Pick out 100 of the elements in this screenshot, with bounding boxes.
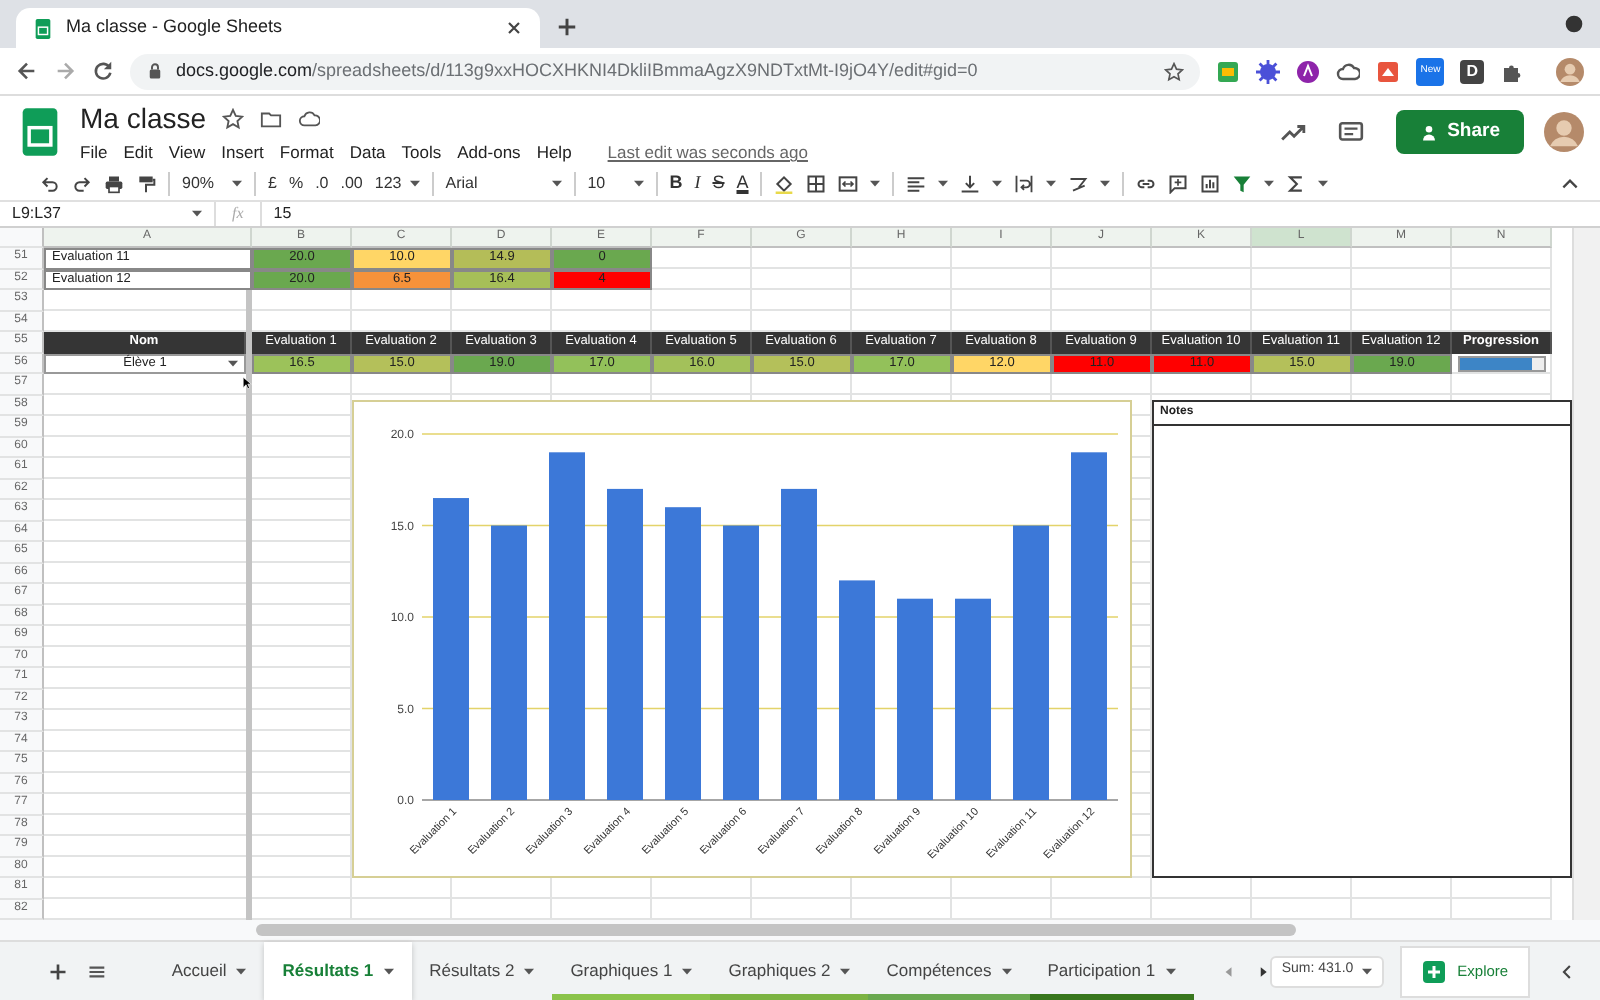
comment-icon[interactable] bbox=[1337, 119, 1364, 145]
caret-icon[interactable] bbox=[551, 180, 562, 188]
gear-icon[interactable] bbox=[1256, 59, 1281, 83]
caret-icon[interactable] bbox=[633, 180, 644, 188]
explore-icon bbox=[1421, 959, 1446, 983]
scrollbar[interactable] bbox=[256, 924, 1296, 936]
caret-icon[interactable] bbox=[383, 967, 394, 975]
sheet-tab[interactable]: Résultats 2 bbox=[411, 942, 553, 1000]
caret-icon[interactable] bbox=[1165, 967, 1176, 975]
spreadsheet-logo-icon[interactable] bbox=[20, 106, 60, 158]
share-button[interactable]: Share bbox=[1395, 110, 1524, 154]
formula-input[interactable]: 15 bbox=[261, 202, 292, 226]
sigma-icon[interactable] bbox=[1286, 174, 1307, 194]
caret-icon[interactable] bbox=[1318, 180, 1329, 188]
caret-icon[interactable] bbox=[228, 359, 238, 368]
currency-button[interactable]: £ bbox=[268, 172, 277, 196]
reload-icon[interactable] bbox=[92, 60, 114, 82]
last-edit-link[interactable]: Last edit was seconds ago bbox=[607, 140, 808, 166]
link-icon[interactable] bbox=[1136, 174, 1157, 194]
name-box[interactable]: L9:L37 bbox=[0, 202, 216, 226]
profile-menu-icon[interactable] bbox=[1564, 14, 1584, 34]
sheet-tab[interactable]: Accueil bbox=[153, 942, 265, 1000]
chevron-left-icon[interactable] bbox=[1558, 961, 1576, 981]
number-format-select[interactable]: 123 bbox=[374, 172, 420, 196]
menu-item[interactable]: File bbox=[80, 140, 108, 166]
caret-icon[interactable] bbox=[870, 180, 881, 188]
caret-icon[interactable] bbox=[236, 967, 247, 975]
menu-item[interactable]: Format bbox=[279, 140, 334, 166]
caret-icon[interactable] bbox=[840, 967, 851, 975]
avatar-icon[interactable] bbox=[1556, 57, 1584, 85]
mountain-icon[interactable] bbox=[1376, 59, 1401, 83]
strikethrough-button[interactable]: S bbox=[712, 170, 725, 198]
font-size-select[interactable]: 10 bbox=[587, 172, 644, 196]
classroom-icon[interactable] bbox=[1216, 59, 1241, 83]
folder-icon[interactable] bbox=[260, 108, 283, 131]
star-icon[interactable] bbox=[1164, 61, 1185, 81]
caret-icon[interactable] bbox=[192, 210, 202, 218]
sheet-tab[interactable]: Graphiques 2 bbox=[710, 942, 869, 1000]
caret-icon[interactable] bbox=[1001, 967, 1012, 975]
paint-format-icon[interactable] bbox=[136, 174, 156, 194]
caret-icon[interactable] bbox=[1046, 180, 1057, 188]
menu-item[interactable]: Add-ons bbox=[457, 140, 521, 166]
caret-icon[interactable] bbox=[1361, 967, 1372, 975]
menu-item[interactable]: Data bbox=[349, 140, 386, 166]
align-left-icon[interactable] bbox=[906, 174, 927, 194]
caret-icon[interactable] bbox=[232, 180, 242, 188]
close-icon[interactable] bbox=[504, 18, 524, 38]
scrollbar[interactable] bbox=[1572, 228, 1600, 920]
caret-icon[interactable] bbox=[524, 967, 535, 975]
trend-line-icon[interactable] bbox=[1279, 119, 1306, 145]
increase-decimals-button[interactable]: .00 bbox=[340, 172, 363, 196]
decrease-decimals-button[interactable]: .0 bbox=[315, 172, 329, 196]
caret-icon[interactable] bbox=[682, 967, 693, 975]
undo-icon[interactable] bbox=[40, 174, 60, 194]
percent-button[interactable]: % bbox=[288, 172, 304, 196]
caret-icon[interactable] bbox=[409, 180, 420, 188]
merge-cells-icon[interactable] bbox=[838, 174, 859, 194]
bold-button[interactable]: B bbox=[669, 170, 683, 198]
menu-item[interactable]: View bbox=[168, 140, 206, 166]
cloud-icon[interactable] bbox=[1336, 59, 1361, 83]
caret-icon[interactable] bbox=[992, 180, 1003, 188]
fill-color-icon[interactable] bbox=[774, 174, 795, 194]
text-color-button[interactable]: A bbox=[736, 170, 749, 198]
zoom-select[interactable]: 90% bbox=[182, 172, 242, 196]
sheet-tab[interactable]: Participation 1 bbox=[1029, 942, 1194, 1000]
browser-tab[interactable]: Ma classe - Google Sheets bbox=[16, 8, 540, 48]
comment-icon[interactable] bbox=[1168, 174, 1189, 194]
sheet-tab[interactable]: Résultats 1 bbox=[264, 942, 412, 1000]
text-wrap-icon[interactable] bbox=[1014, 174, 1035, 194]
menu-item[interactable]: Edit bbox=[123, 140, 153, 166]
scroll-left-icon[interactable] bbox=[1221, 963, 1236, 979]
address-bar[interactable]: docs.google.com/spreadsheets/d/113g9xxHOCXHKNI4DkliIBmmaAgzX9NDTxtMt-I9jO4Y/edit#gid=0 bbox=[130, 53, 1201, 89]
back-icon[interactable] bbox=[16, 60, 38, 82]
circle-icon[interactable] bbox=[1296, 59, 1321, 83]
document-title[interactable]: Ma classe bbox=[80, 98, 207, 141]
chart-icon[interactable] bbox=[1200, 174, 1221, 194]
avatar-icon[interactable] bbox=[1544, 112, 1584, 152]
menu-item[interactable]: Insert bbox=[221, 140, 264, 166]
filter-icon[interactable] bbox=[1232, 174, 1253, 194]
text-rotation-icon[interactable] bbox=[1068, 174, 1089, 194]
sheet-tab[interactable]: Graphiques 1 bbox=[552, 942, 711, 1000]
function-label: fx bbox=[216, 202, 262, 226]
borders-icon[interactable] bbox=[806, 174, 827, 194]
plus-icon[interactable] bbox=[556, 16, 578, 38]
menu-item[interactable]: Tools bbox=[401, 140, 442, 166]
add-sheet-icon[interactable] bbox=[48, 961, 68, 981]
chevron-up-icon[interactable] bbox=[1560, 174, 1580, 194]
menu-item[interactable]: Help bbox=[536, 140, 572, 166]
align-bottom-icon[interactable] bbox=[960, 174, 981, 194]
extension-icon[interactable]: D bbox=[1460, 59, 1484, 83]
caret-icon[interactable] bbox=[1264, 180, 1275, 188]
print-icon[interactable] bbox=[104, 174, 124, 194]
caret-icon[interactable] bbox=[1100, 180, 1111, 188]
redo-icon[interactable] bbox=[72, 174, 92, 194]
caret-icon[interactable] bbox=[938, 180, 949, 188]
sheet-tab[interactable]: Compétences bbox=[868, 942, 1030, 1000]
list-icon[interactable] bbox=[88, 961, 106, 981]
font-select[interactable]: Arial bbox=[445, 172, 562, 196]
italic-button[interactable]: I bbox=[694, 170, 701, 198]
star-icon[interactable] bbox=[222, 108, 245, 131]
